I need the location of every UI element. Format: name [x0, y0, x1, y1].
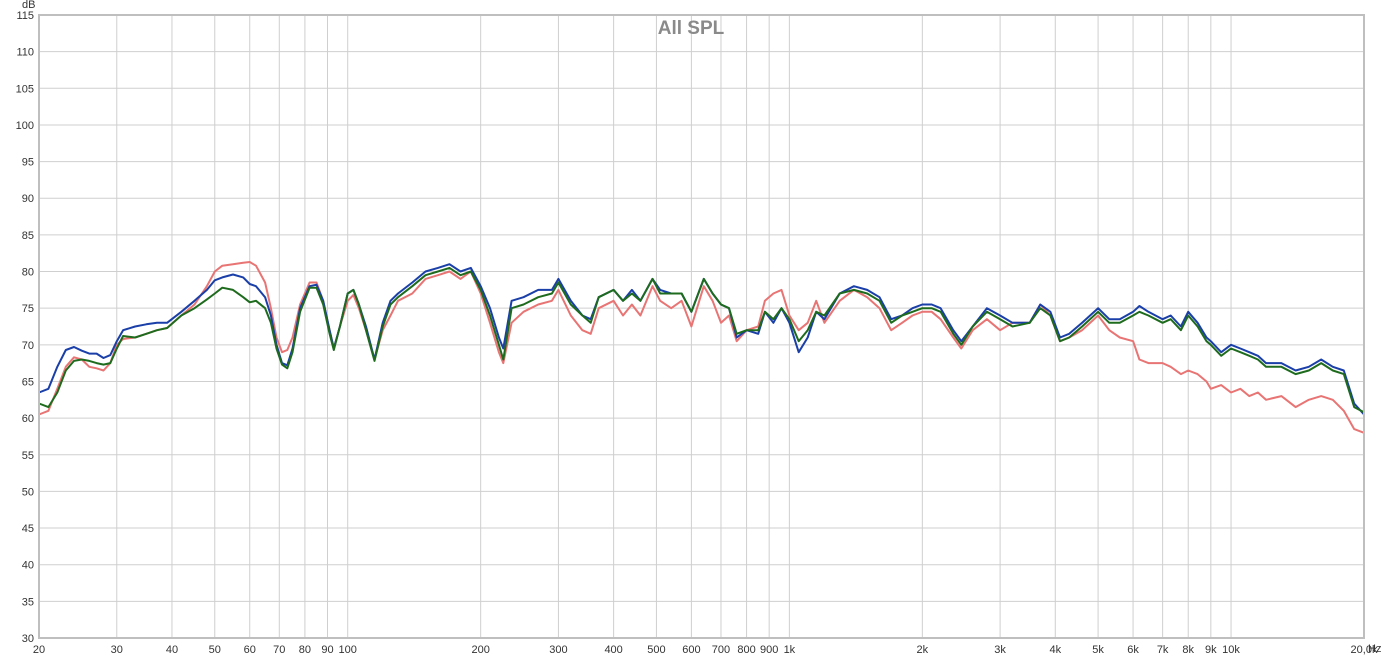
x-tick-label: 300	[549, 644, 567, 656]
x-tick-label: 8k	[1182, 644, 1194, 656]
x-tick-label: 90	[321, 644, 333, 656]
y-tick-label: 40	[22, 560, 34, 572]
x-tick-label: 80	[299, 644, 311, 656]
y-tick-label: 60	[22, 413, 34, 425]
x-tick-label: 6k	[1127, 644, 1139, 656]
x-tick-label: 60	[244, 644, 256, 656]
y-tick-label: 90	[22, 193, 34, 205]
x-tick-label: 100	[339, 644, 357, 656]
x-tick-label: 800	[737, 644, 755, 656]
y-tick-label: 95	[22, 157, 34, 169]
y-tick-label: 55	[22, 450, 34, 462]
y-tick-label: 105	[16, 83, 34, 95]
x-tick-label: 700	[712, 644, 730, 656]
x-tick-label: 2k	[917, 644, 929, 656]
x-tick-label: 900	[760, 644, 778, 656]
x-tick-label: 400	[604, 644, 622, 656]
y-tick-label: 110	[16, 47, 34, 59]
y-axis-label: dB	[22, 0, 35, 11]
x-tick-label: 10k	[1222, 644, 1240, 656]
x-tick-label: 20	[33, 644, 45, 656]
y-tick-label: 75	[22, 303, 34, 315]
x-tick-label: 9k	[1205, 644, 1217, 656]
x-tick-label: 70	[273, 644, 285, 656]
x-tick-label: 7k	[1157, 644, 1169, 656]
y-tick-label: 45	[22, 523, 34, 535]
y-tick-label: 35	[22, 596, 34, 608]
y-tick-label: 100	[16, 120, 34, 132]
y-tick-label: 80	[22, 267, 34, 279]
x-tick-label: 200	[471, 644, 489, 656]
x-tick-label: 30	[111, 644, 123, 656]
x-tick-label: 5k	[1092, 644, 1104, 656]
y-tick-label: 85	[22, 230, 34, 242]
x-tick-label: 4k	[1049, 644, 1061, 656]
x-tick-label: 40	[166, 644, 178, 656]
spl-chart: 30 35 40 45 50 55 60 65 70 75 80 85 90 95 100 105 110 115…	[0, 0, 1382, 658]
x-tick-label: 1k	[784, 644, 796, 656]
x-tick-label: 50	[209, 644, 221, 656]
chart-title: All SPL	[658, 18, 725, 39]
x-tick-label: 3k	[994, 644, 1006, 656]
x-tick-label: 500	[647, 644, 665, 656]
y-tick-label: 115	[16, 10, 34, 22]
y-tick-label: 65	[22, 376, 34, 388]
x-axis-unit-label: Hz	[1368, 643, 1381, 655]
y-tick-label: 50	[22, 486, 34, 498]
x-tick-label: 600	[682, 644, 700, 656]
y-tick-label: 70	[22, 340, 34, 352]
